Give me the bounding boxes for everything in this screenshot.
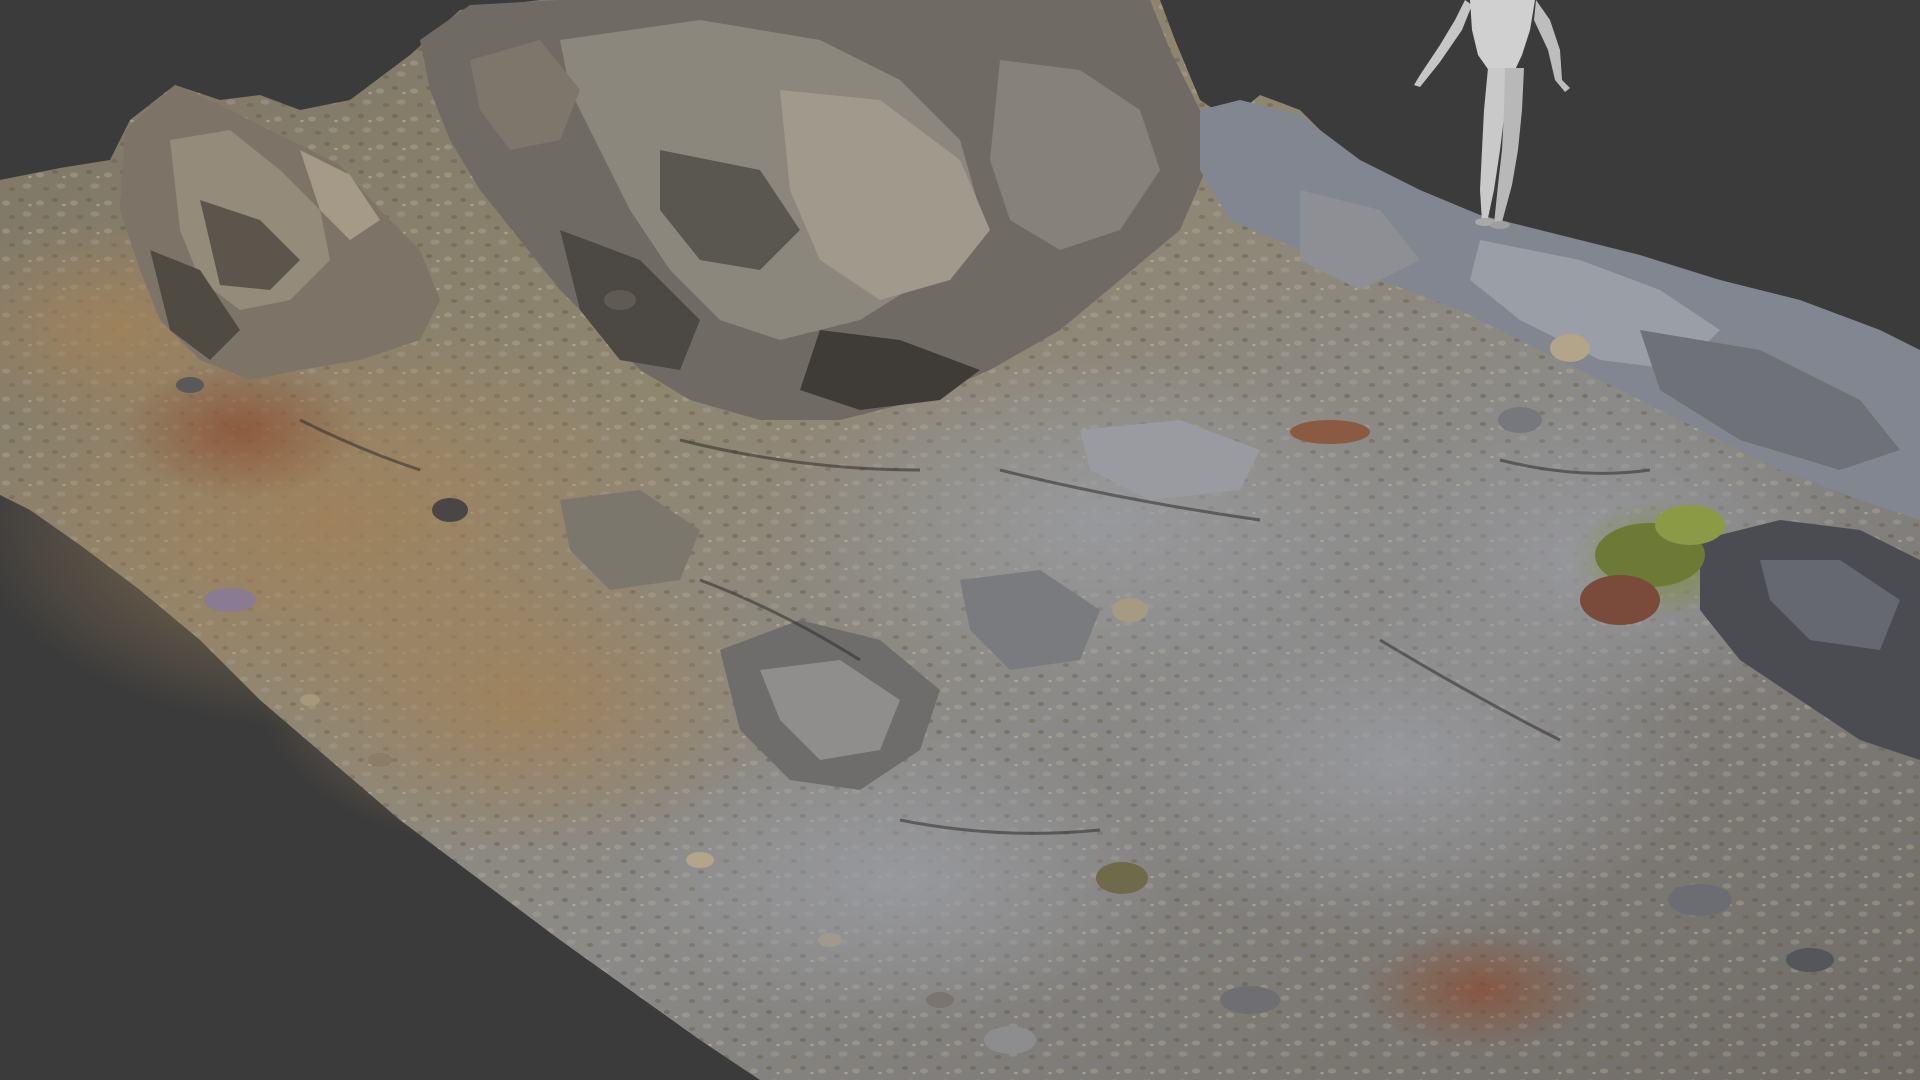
terrain-scene <box>0 0 1920 1080</box>
mannequin-figure[interactable] <box>1414 0 1570 229</box>
3d-viewport[interactable] <box>0 0 1920 1080</box>
